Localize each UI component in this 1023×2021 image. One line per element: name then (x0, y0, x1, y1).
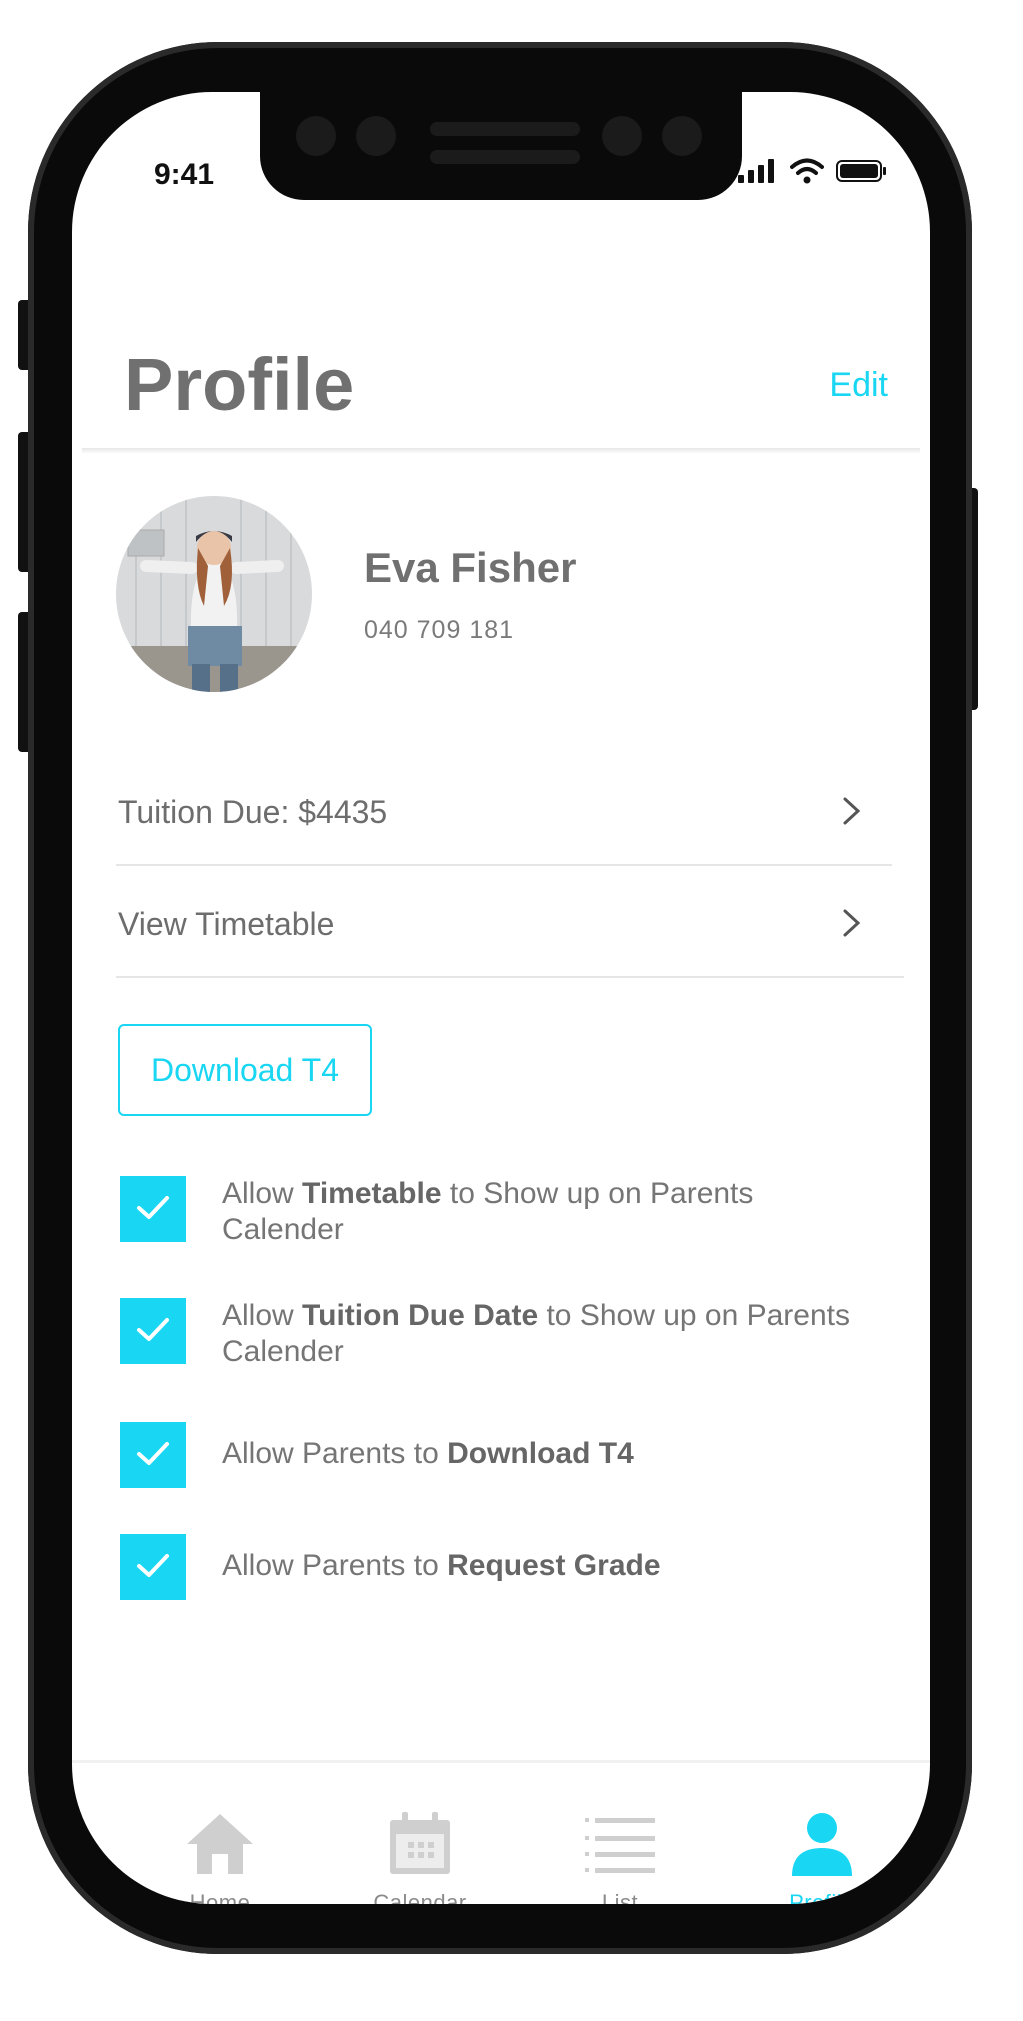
tab-home[interactable]: Home (140, 1812, 300, 1904)
permission-request-grade: Allow Parents to Request Grade (120, 1534, 890, 1600)
camera-icon (356, 116, 396, 156)
checkbox-timetable[interactable] (120, 1176, 186, 1242)
calendar-icon (390, 1812, 450, 1874)
chevron-right-icon (843, 909, 861, 937)
profile-name: Eva Fisher (364, 544, 577, 591)
sensor-dot (296, 116, 336, 156)
tab-list[interactable]: List (540, 1812, 700, 1904)
download-t4-button[interactable]: Download T4 (118, 1024, 372, 1116)
tab-calendar[interactable]: Calendar (340, 1812, 500, 1904)
checkmark-icon (137, 1196, 169, 1219)
permission-label: Allow Parents to Download T4 (222, 1437, 634, 1470)
sensor-dot (602, 116, 642, 156)
chevron-right-icon (843, 797, 861, 825)
view-timetable-label: View Timetable (118, 906, 335, 942)
tab-home-label: Home (189, 1890, 251, 1904)
signal-icon (738, 159, 774, 183)
speaker-grille (430, 150, 580, 164)
permission-label: Allow Tuition Due Date to Show up on Par… (222, 1299, 851, 1368)
checkmark-icon (137, 1554, 169, 1577)
screen: 9:41 Profile Edit Eva Fisher 040 709 181… (72, 92, 930, 1904)
notch (260, 92, 742, 200)
home-icon (187, 1814, 253, 1874)
status-time: 9:41 (154, 158, 215, 191)
checkbox-request-grade[interactable] (120, 1534, 186, 1600)
permission-download-t4: Allow Parents to Download T4 (120, 1422, 890, 1488)
checkbox-download-t4[interactable] (120, 1422, 186, 1488)
speaker-grille (430, 122, 580, 136)
tab-calendar-label: Calendar (373, 1890, 467, 1904)
checkmark-icon (137, 1442, 169, 1465)
tab-list-label: List (601, 1890, 639, 1904)
permission-timetable: Allow Timetable to Show up on Parents Ca… (120, 1176, 890, 1256)
tuition-due-label: Tuition Due: $4435 (118, 794, 388, 830)
avatar (116, 496, 312, 692)
permission-label: Allow Parents to Request Grade (222, 1549, 661, 1582)
page-title: Profile (124, 343, 355, 426)
profile-icon (792, 1813, 852, 1876)
permission-label: Allow Timetable to Show up on Parents Ca… (222, 1177, 754, 1246)
tuition-due-row[interactable]: Tuition Due: $4435 (116, 754, 892, 866)
phone-frame: 9:41 Profile Edit Eva Fisher 040 709 181… (28, 42, 972, 1954)
avatar-photo (116, 496, 312, 692)
profile-phone: 040 709 181 (364, 616, 515, 644)
battery-icon (836, 160, 886, 182)
checkbox-tuition-due-date[interactable] (120, 1298, 186, 1364)
wifi-icon (790, 158, 824, 184)
sensor-dot (662, 116, 702, 156)
checkmark-icon (137, 1318, 169, 1341)
tab-profile-label: Profile (789, 1890, 855, 1904)
tab-bar-divider (72, 1760, 930, 1763)
header-divider (82, 448, 920, 454)
permission-tuition-due-date: Allow Tuition Due Date to Show up on Par… (120, 1298, 890, 1378)
list-icon (585, 1818, 655, 1873)
tab-profile[interactable]: Profile (742, 1812, 902, 1904)
status-icons (738, 158, 888, 184)
edit-button[interactable]: Edit (829, 366, 888, 405)
view-timetable-row[interactable]: View Timetable (116, 866, 904, 978)
